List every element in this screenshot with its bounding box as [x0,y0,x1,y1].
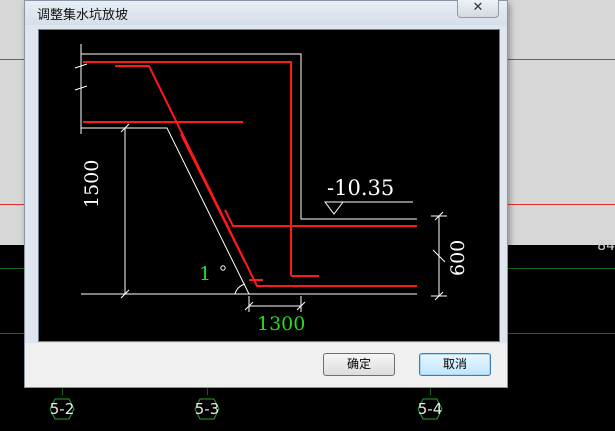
slope-angle-arc [234,283,246,295]
axis-label-5-2: 5-2 [49,400,75,418]
height-label: 1500 [81,159,103,208]
slope-drawing-canvas: -10.35 1500 1 1300 600 [38,29,500,342]
side-number-label: 84 [597,238,615,254]
close-icon: ✕ [472,0,484,15]
dialog-title: 调整集水坑放坡 [37,8,129,23]
slope-edge-line [81,127,250,295]
cancel-button[interactable]: 取消 [419,353,491,376]
close-button[interactable]: ✕ [457,0,499,18]
slope-section-drawing [74,44,447,312]
degree-mark [220,265,226,271]
rebar-slope-3 [180,133,246,263]
axis-label-5-3: 5-3 [194,400,220,418]
elevation-triangle [324,201,344,215]
width-label: 1300 [257,313,306,335]
rebar-slope-2 [224,209,417,227]
ok-button[interactable]: 确定 [323,353,395,376]
dialog-title-bar[interactable]: 调整集水坑放坡 ✕ [25,0,507,25]
axis-label-5-4: 5-4 [417,400,443,418]
slope-ratio-label: 1 [199,263,212,285]
elevation-label: -10.35 [327,176,395,200]
depth-label: 600 [447,239,469,276]
adjust-sump-slope-dialog: 调整集水坑放坡 ✕ -10.35 1500 1 1300 600 确定 取消 [24,0,508,388]
